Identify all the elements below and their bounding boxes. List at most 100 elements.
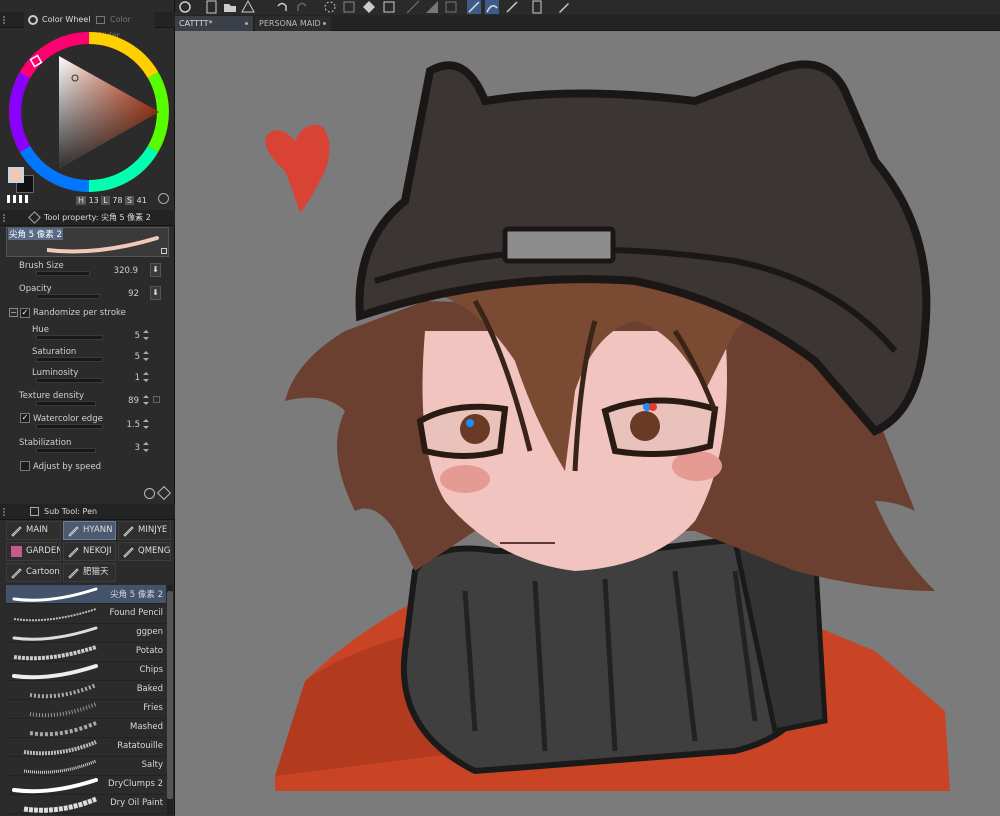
brush-item[interactable]: Salty (6, 757, 166, 776)
group-cartoon[interactable]: Cartoon (6, 563, 61, 582)
close-icon[interactable] (245, 22, 248, 25)
brush-size-slider[interactable] (36, 271, 90, 276)
group-minjye[interactable]: MINJYE (118, 521, 171, 540)
texture-density-spinner[interactable] (141, 394, 150, 406)
hue-value[interactable]: 5 (110, 331, 140, 341)
luminosity-slider[interactable] (36, 378, 103, 383)
snap-special-icon[interactable] (485, 0, 499, 14)
guide-icon[interactable] (505, 0, 519, 14)
new-icon[interactable] (205, 0, 219, 14)
luminosity-spinner[interactable] (141, 371, 150, 383)
saturation-slider[interactable] (36, 357, 103, 362)
texture-link-icon[interactable] (153, 396, 160, 403)
save-icon[interactable] (241, 0, 255, 14)
select-icon[interactable] (382, 0, 396, 14)
brush-list-scrollbar[interactable] (167, 585, 173, 815)
settings-icon[interactable] (144, 488, 155, 499)
frame-icon[interactable] (444, 0, 458, 14)
brush-item[interactable]: Dry Oil Paint (6, 795, 166, 814)
loading-icon[interactable] (323, 0, 337, 14)
brush-item[interactable]: 尖角 5 像素 2 (6, 585, 166, 604)
main-color-swatch[interactable] (8, 167, 24, 183)
color-mode-icon[interactable] (158, 193, 169, 204)
brush-item-label: Mashed (130, 722, 163, 732)
panel-grip-icon[interactable] (3, 508, 9, 516)
watercolor-edge-checkbox[interactable]: ✓ (20, 413, 30, 423)
stabilization-slider[interactable] (36, 448, 96, 453)
opacity-value[interactable]: 92 (109, 289, 139, 299)
brush-item[interactable]: Found Pencil (6, 605, 166, 624)
group-garden[interactable]: GARDEN (6, 542, 61, 561)
snap-icon[interactable] (406, 0, 420, 14)
scrollbar-thumb[interactable] (167, 591, 173, 799)
hue-slider[interactable] (36, 335, 103, 340)
transparent-swatch[interactable] (7, 195, 29, 203)
collapse-toggle-icon[interactable]: − (9, 308, 18, 317)
randomize-label: Randomize per stroke (33, 308, 126, 318)
randomize-checkbox[interactable]: ✓ (20, 308, 30, 318)
color-wheel[interactable] (6, 30, 172, 194)
brush-stroke-icon (12, 664, 98, 680)
device-icon[interactable] (530, 0, 544, 14)
lock-icon[interactable] (161, 248, 167, 254)
luminosity-value[interactable]: 1 (110, 373, 140, 383)
opacity-slider[interactable] (36, 294, 100, 299)
watercolor-edge-spinner[interactable] (141, 418, 150, 430)
brush-item[interactable]: Chips (6, 662, 166, 681)
group-main[interactable]: MAIN (6, 521, 61, 540)
brush-stroke-icon (13, 608, 97, 622)
watercolor-edge-slider[interactable] (36, 424, 103, 429)
group-nekoji-label: NEKOJI (83, 546, 112, 556)
saturation-spinner[interactable] (141, 350, 150, 362)
brush-item[interactable]: Fries (6, 700, 166, 719)
group-hyann[interactable]: HYANN (63, 521, 116, 540)
brush-item[interactable]: Mashed (6, 719, 166, 738)
close-icon[interactable] (323, 22, 326, 25)
brush-item[interactable]: Potato (6, 643, 166, 662)
transform-icon[interactable] (342, 0, 356, 14)
texture-density-value[interactable]: 89 (109, 396, 139, 406)
hue-spinner[interactable] (141, 329, 150, 341)
watercolor-edge-value[interactable]: 1.5 (110, 420, 140, 430)
brush-size-value[interactable]: 320.9 (108, 266, 138, 276)
panel-grip-icon[interactable] (3, 214, 9, 222)
doc-tab-catttt[interactable]: CATTTT* (175, 16, 253, 31)
group-feimao[interactable]: 肥猫天 (63, 563, 116, 582)
ruler-icon[interactable] (425, 0, 439, 14)
h-value: 13 (88, 196, 99, 205)
saturation-value[interactable]: 5 (110, 352, 140, 362)
paint-icon[interactable] (557, 0, 571, 14)
tab-color-slider[interactable]: Color Slider (93, 12, 155, 40)
brush-item[interactable]: Ratatouille (6, 738, 166, 757)
brush-item[interactable]: DryClumps 2 (6, 776, 166, 795)
pen-icon (68, 568, 79, 579)
color-wheel-icon (28, 15, 38, 25)
stabilization-value[interactable]: 3 (110, 443, 140, 453)
sub-tool-title: Sub Tool: Pen (44, 507, 98, 516)
brush-item-label: Salty (141, 760, 163, 770)
wrench-settings-icon[interactable] (156, 485, 172, 501)
group-qmeng[interactable]: QMENG (118, 542, 171, 561)
brush-item[interactable]: Baked (6, 681, 166, 700)
stabilization-spinner[interactable] (141, 441, 150, 453)
fill-icon[interactable] (362, 0, 376, 14)
brush-preview[interactable]: 尖角 5 像素 2 (6, 227, 169, 257)
doc-tab-persona-maid[interactable]: PERSONA MAID (255, 16, 331, 31)
tab-color-wheel[interactable]: Color Wheel (24, 12, 92, 28)
doc-tab-catttt-label: CATTTT* (179, 19, 213, 28)
app-icon[interactable] (178, 0, 192, 14)
canvas[interactable] (175, 31, 1000, 816)
adjust-by-speed-label: Adjust by speed (33, 462, 102, 472)
brush-size-dropdown-icon[interactable]: ⬇ (150, 263, 161, 277)
texture-density-slider[interactable] (36, 401, 96, 406)
adjust-by-speed-checkbox[interactable] (20, 461, 30, 471)
panel-grip-icon[interactable] (3, 16, 9, 24)
open-icon[interactable] (223, 0, 237, 14)
undo-icon[interactable] (275, 0, 289, 14)
redo-icon[interactable] (295, 0, 309, 14)
snap-ruler-icon[interactable] (467, 0, 481, 14)
group-nekoji[interactable]: NEKOJI (63, 542, 116, 561)
brush-item-label: Found Pencil (109, 608, 164, 618)
opacity-dropdown-icon[interactable]: ⬇ (150, 286, 161, 300)
brush-item[interactable]: ggpen (6, 624, 166, 643)
